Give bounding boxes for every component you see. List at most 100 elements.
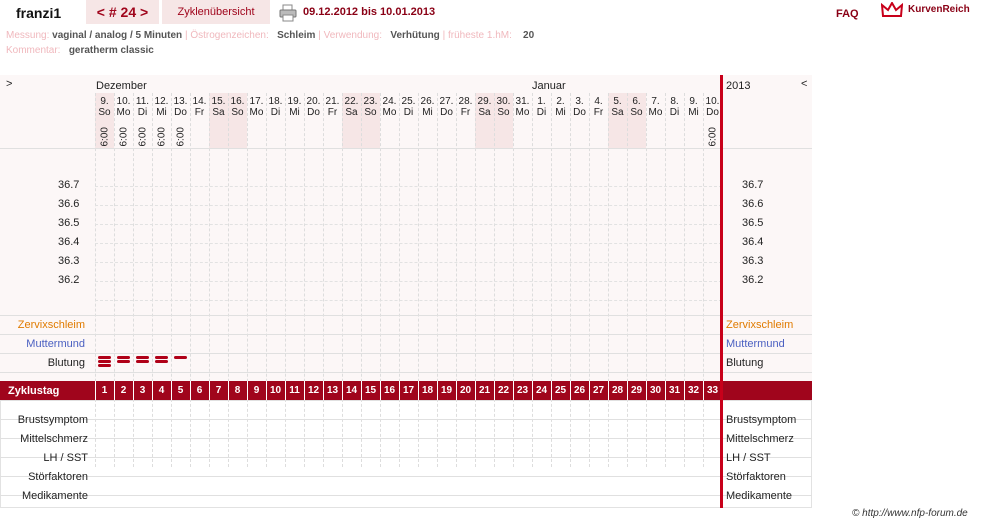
grid-line bbox=[209, 93, 210, 467]
day-weekday: Mi bbox=[156, 107, 167, 118]
day-header: 4. Fr bbox=[589, 96, 608, 118]
day-date: 9. bbox=[100, 96, 109, 107]
grid-line bbox=[646, 93, 647, 467]
cycle-day-number: 27 bbox=[592, 385, 605, 396]
grid-line bbox=[171, 93, 172, 467]
bleeding-mark bbox=[155, 356, 168, 359]
day-header: 26. Mi bbox=[418, 96, 437, 118]
today-line bbox=[720, 75, 723, 508]
day-date: 11. bbox=[135, 96, 150, 107]
day-header: 23. So bbox=[361, 96, 380, 118]
day-date: 8. bbox=[670, 96, 679, 107]
day-date: 19. bbox=[287, 96, 302, 107]
cycle-day-number: 17 bbox=[402, 385, 415, 396]
usage-value: Verhütung bbox=[390, 30, 440, 41]
day-header: 6. So bbox=[627, 96, 646, 118]
day-date: 20. bbox=[306, 96, 321, 107]
day-weekday: So bbox=[630, 107, 643, 118]
username: franzi1 bbox=[16, 5, 62, 21]
temp-label: 36.5 bbox=[58, 217, 80, 229]
day-date: 17. bbox=[249, 96, 264, 107]
measure-time-text: 6:00 bbox=[156, 127, 168, 147]
grid-line bbox=[608, 93, 609, 467]
day-weekday: Mo bbox=[382, 107, 397, 118]
grid-line bbox=[437, 93, 438, 467]
day-date: 31. bbox=[515, 96, 530, 107]
nav-prev-button[interactable]: > bbox=[6, 78, 12, 90]
comment-line: Kommentar: geratherm classic bbox=[6, 45, 154, 56]
day-weekday: So bbox=[364, 107, 377, 118]
temp-grid-line bbox=[95, 262, 722, 263]
faq-link[interactable]: FAQ bbox=[836, 8, 859, 20]
crown-icon[interactable] bbox=[880, 0, 904, 23]
day-header: 1. Di bbox=[532, 96, 551, 118]
day-header: 17. Mo bbox=[247, 96, 266, 118]
measure-time-text: 6:00 bbox=[118, 127, 130, 147]
usage-label: Verwendung: bbox=[323, 30, 382, 41]
temp-label: 36.3 bbox=[58, 255, 80, 267]
day-date: 25. bbox=[401, 96, 416, 107]
cycle-navigator[interactable]: < # 24 > bbox=[86, 0, 159, 24]
bleeding-mark bbox=[155, 360, 168, 363]
measure-time: 6:00 bbox=[171, 123, 190, 147]
grid-line bbox=[380, 93, 381, 467]
grid-line bbox=[475, 93, 476, 467]
day-weekday: Di bbox=[270, 107, 281, 118]
cycle-day-number: 16 bbox=[383, 385, 396, 396]
day-date: 3. bbox=[575, 96, 584, 107]
cycle-day-number: 11 bbox=[289, 385, 300, 396]
day-weekday: So bbox=[98, 107, 111, 118]
grid-line bbox=[190, 93, 191, 467]
cycle-day-number: 4 bbox=[158, 385, 165, 396]
bleeding-mark bbox=[174, 356, 187, 359]
temp-grid-line bbox=[95, 205, 722, 206]
cycle-day-number: 14 bbox=[345, 385, 358, 396]
day-date: 13. bbox=[173, 96, 188, 107]
cycle-day-number: 21 bbox=[478, 385, 491, 396]
cycle-day-number: 28 bbox=[611, 385, 624, 396]
temp-label-right: 36.2 bbox=[742, 274, 764, 286]
day-weekday: Do bbox=[440, 107, 453, 118]
row-label-right: Mittelschmerz bbox=[726, 433, 794, 445]
temp-grid-line bbox=[95, 281, 722, 282]
grid-line bbox=[418, 93, 419, 467]
day-header: 8. Di bbox=[665, 96, 684, 118]
tab-cycle-overview[interactable]: Zyklenübersicht bbox=[162, 0, 270, 24]
day-header: 30. So bbox=[494, 96, 513, 118]
day-weekday: Di bbox=[669, 107, 680, 118]
grid-line bbox=[133, 93, 134, 467]
day-date: 23. bbox=[363, 96, 378, 107]
brand-name[interactable]: KurvenReich bbox=[908, 4, 970, 15]
day-weekday: Mi bbox=[289, 107, 300, 118]
temp-grid-line bbox=[95, 186, 722, 187]
day-header: 22. Sa bbox=[342, 96, 361, 118]
day-date: 10. bbox=[116, 96, 131, 107]
temp-grid-line bbox=[95, 224, 722, 225]
day-weekday: Fr bbox=[194, 107, 205, 118]
row-divider bbox=[0, 315, 812, 316]
day-weekday: So bbox=[497, 107, 510, 118]
cycle-day-number: 5 bbox=[177, 385, 184, 396]
day-weekday: Mi bbox=[555, 107, 566, 118]
printer-icon[interactable] bbox=[279, 4, 297, 25]
cycle-day-number: 26 bbox=[573, 385, 586, 396]
row-label-right: Brustsymptom bbox=[726, 414, 797, 426]
day-date: 4. bbox=[594, 96, 603, 107]
day-date: 28. bbox=[458, 96, 473, 107]
day-weekday: Mo bbox=[116, 107, 131, 118]
grid-line bbox=[513, 93, 514, 467]
day-header: 10. Mo bbox=[114, 96, 133, 118]
cycle-day-number: 3 bbox=[139, 385, 146, 396]
grid-line bbox=[703, 93, 704, 467]
row-divider bbox=[0, 353, 812, 354]
grid-line bbox=[551, 93, 552, 467]
day-header: 9. Mi bbox=[684, 96, 703, 118]
measure-time-text: 6:00 bbox=[99, 127, 111, 147]
row-divider bbox=[0, 457, 812, 458]
row-label-cervix-right: Muttermund bbox=[726, 338, 785, 350]
nav-next-button[interactable]: < bbox=[801, 78, 807, 90]
day-date: 16. bbox=[230, 96, 245, 107]
bleeding-mark bbox=[117, 356, 130, 359]
day-header: 2. Mi bbox=[551, 96, 570, 118]
grid-line bbox=[247, 93, 248, 467]
